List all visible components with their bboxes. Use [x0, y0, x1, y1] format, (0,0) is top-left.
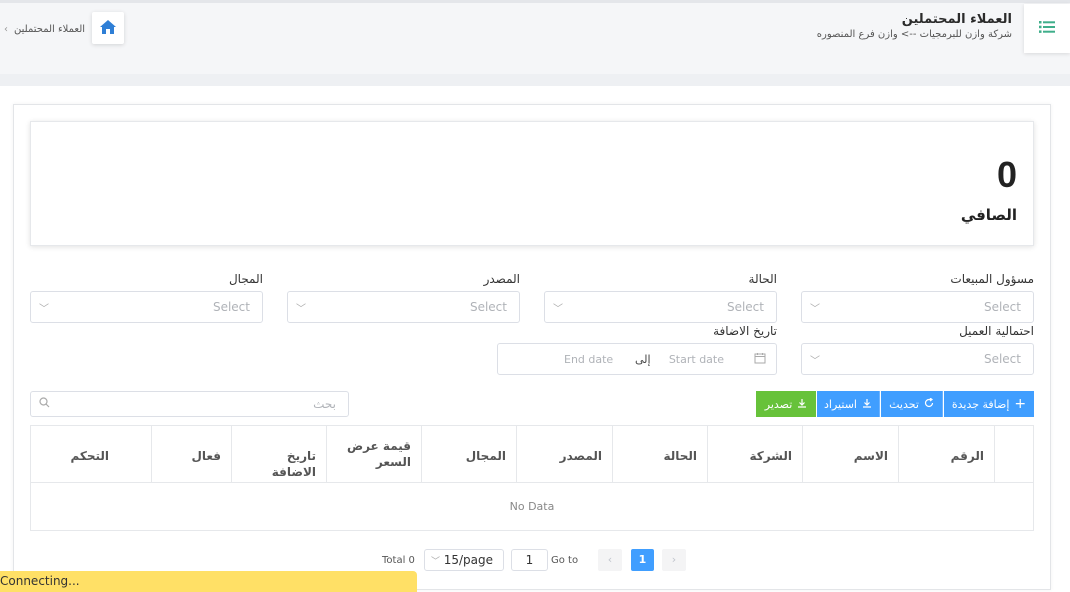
end-date-input[interactable]: End date	[564, 353, 613, 366]
source-select[interactable]: Select ﹀	[287, 291, 520, 323]
refresh-button[interactable]: تحديث	[881, 391, 943, 417]
sidebar-toggle-button[interactable]	[1024, 4, 1070, 53]
page-size-select[interactable]: 15/page ﹀	[424, 549, 504, 571]
probability-select[interactable]: Select ﹀	[801, 343, 1034, 375]
export-button[interactable]: تصدير	[756, 391, 816, 417]
chevron-down-icon: ﹀	[296, 304, 306, 315]
next-page-button[interactable]: ›	[662, 549, 686, 571]
search-input[interactable]: بحث	[30, 391, 349, 417]
page-subtitle: شركة وازن للبرمجيات --> وازن فرع المنصور…	[816, 29, 1012, 40]
refresh-label: تحديث	[889, 397, 919, 411]
added-date-range-picker[interactable]: Start date إلى End date	[497, 343, 777, 375]
column-header[interactable]: فعال	[151, 426, 231, 483]
import-button[interactable]: استيراد	[817, 391, 880, 417]
column-header[interactable]: قيمة عرض السعر	[326, 426, 421, 483]
field-select[interactable]: Select ﹀	[30, 291, 263, 323]
column-header[interactable]: المجال	[421, 426, 516, 483]
net-label: الصافي	[960, 206, 1017, 224]
column-header[interactable]: الشركة	[707, 426, 802, 483]
summary-card: 0 الصافي	[30, 121, 1034, 246]
page-heading: العملاء المحتملين شركة وازن للبرمجيات --…	[817, 12, 1012, 40]
search-icon	[39, 397, 50, 411]
prev-page-button[interactable]: ‹	[598, 549, 622, 571]
refresh-icon	[924, 397, 934, 411]
plus-icon: +	[1014, 396, 1027, 412]
search-placeholder: بحث	[313, 397, 336, 411]
select-placeholder: Select	[983, 352, 1021, 366]
column-header[interactable]: تاريخ الاضافة	[231, 426, 326, 483]
connection-status-bar: Connecting...	[0, 571, 417, 592]
chevron-right-icon: ›	[671, 553, 677, 566]
start-date-input[interactable]: Start date	[669, 353, 724, 366]
table-header: الرقم الاسم الشركة الحالة المصدر المجال …	[31, 426, 1033, 483]
add-new-button[interactable]: + إضافة جديدة	[944, 391, 1034, 417]
select-all-column[interactable]	[994, 426, 1033, 483]
probability-label: احتمالية العميل	[959, 324, 1034, 338]
import-label: استيراد	[824, 397, 857, 411]
column-header[interactable]: التحكم	[31, 426, 151, 483]
add-new-label: إضافة جديدة	[951, 397, 1010, 411]
select-placeholder: Select	[469, 300, 507, 314]
total-count: Total 0	[382, 555, 415, 566]
chevron-down-icon: ﹀	[553, 304, 563, 315]
calendar-icon	[754, 352, 766, 367]
chevron-down-icon: ﹀	[431, 557, 441, 567]
chevron-down-icon: ﹀	[810, 356, 820, 367]
field-label: المجال	[228, 272, 263, 286]
added-date-label: تاريخ الاضافة	[713, 324, 777, 338]
export-label: تصدير	[764, 397, 793, 411]
status-select[interactable]: Select ﹀	[544, 291, 777, 323]
net-value: 0	[996, 154, 1017, 195]
home-icon	[99, 19, 117, 38]
column-header[interactable]: المصدر	[516, 426, 612, 483]
page-size-value: 15/page	[443, 553, 493, 567]
sales-owner-select[interactable]: Select ﹀	[801, 291, 1034, 323]
chevron-left-icon: ‹	[607, 553, 613, 566]
home-button[interactable]	[92, 12, 124, 44]
list-icon	[1039, 20, 1055, 37]
chevron-left-icon: ›	[4, 24, 8, 35]
status-label: الحالة	[748, 272, 777, 286]
column-header[interactable]: الاسم	[802, 426, 898, 483]
goto-label: Go to	[551, 555, 579, 566]
column-header[interactable]: الحالة	[612, 426, 707, 483]
select-placeholder: Select	[726, 300, 764, 314]
download-icon	[862, 398, 872, 411]
leads-table: الرقم الاسم الشركة الحالة المصدر المجال …	[30, 425, 1034, 531]
chevron-down-icon: ﹀	[810, 304, 820, 315]
download-icon	[797, 398, 807, 411]
chevron-down-icon: ﹀	[39, 304, 49, 315]
sales-owner-label: مسؤول المبيعات	[950, 272, 1034, 286]
empty-table-message: No Data	[509, 500, 555, 513]
date-range-separator: إلى	[635, 353, 651, 366]
page-number[interactable]: 1	[631, 549, 654, 571]
source-label: المصدر	[483, 272, 520, 286]
select-placeholder: Select	[212, 300, 250, 314]
column-header[interactable]: الرقم	[898, 426, 994, 483]
page-title: العملاء المحتملين	[901, 12, 1012, 27]
select-placeholder: Select	[983, 300, 1021, 314]
breadcrumb: العملاء المحتملين ›	[4, 24, 85, 35]
goto-page-input[interactable]: 1	[511, 549, 548, 571]
breadcrumb-current[interactable]: العملاء المحتملين	[14, 24, 85, 35]
